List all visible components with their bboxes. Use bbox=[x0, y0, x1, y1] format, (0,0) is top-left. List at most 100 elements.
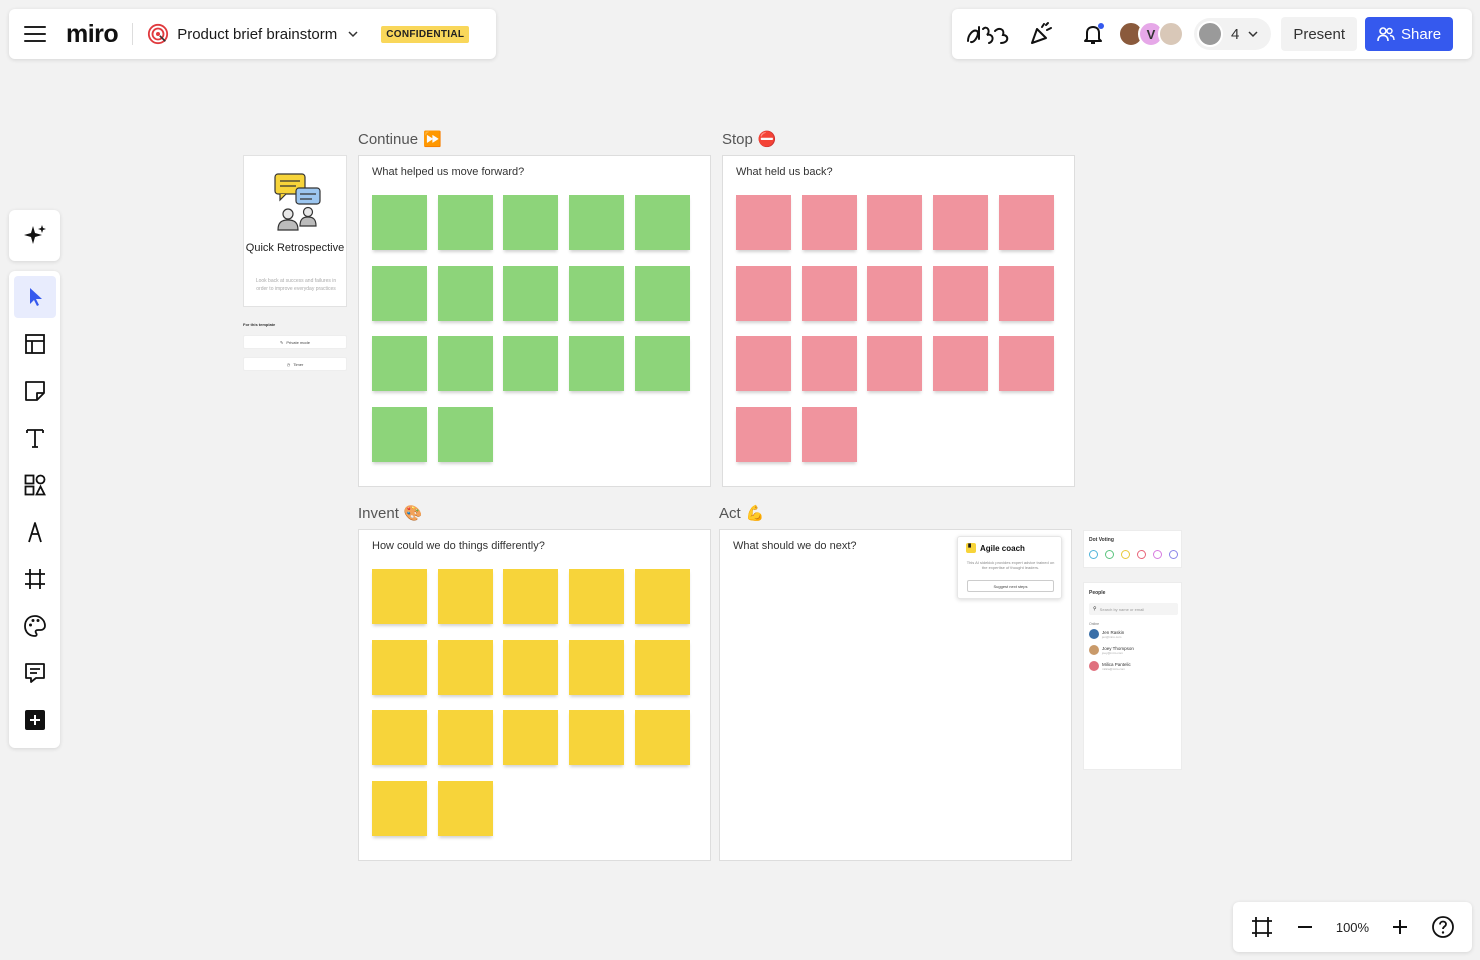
sticky-note[interactable] bbox=[372, 781, 427, 837]
collaborator-avatars[interactable]: V bbox=[1118, 21, 1184, 47]
participants-dropdown[interactable]: 4 bbox=[1194, 18, 1272, 50]
zoom-in-button[interactable] bbox=[1391, 918, 1409, 936]
celebrate-icon[interactable] bbox=[1024, 19, 1058, 49]
pen-tool[interactable] bbox=[14, 511, 56, 553]
vote-dot[interactable] bbox=[1169, 550, 1178, 559]
confidential-badge[interactable]: CONFIDENTIAL bbox=[381, 25, 470, 43]
sticky-note[interactable] bbox=[801, 407, 857, 463]
sticky-note[interactable] bbox=[736, 336, 791, 392]
sticky-note[interactable] bbox=[503, 710, 559, 766]
sticky-note[interactable] bbox=[372, 407, 427, 463]
sticky-note[interactable] bbox=[736, 407, 791, 463]
sticky-note[interactable] bbox=[998, 195, 1054, 250]
sticky-note[interactable] bbox=[569, 569, 625, 624]
sticky-note[interactable] bbox=[437, 195, 493, 250]
frame-continue[interactable]: What helped us move forward? bbox=[358, 155, 711, 487]
template-card[interactable]: Quick Retrospective Look back at success… bbox=[243, 155, 347, 307]
frame-stop[interactable]: What held us back? bbox=[722, 155, 1075, 487]
zoom-out-button[interactable] bbox=[1296, 918, 1314, 936]
sticky-note[interactable] bbox=[801, 336, 857, 392]
people-list-item[interactable]: Joey Thompson joey@miro.com bbox=[1089, 645, 1134, 655]
sticky-note[interactable] bbox=[933, 336, 989, 392]
sticky-note[interactable] bbox=[998, 265, 1054, 321]
sticky-note[interactable] bbox=[437, 781, 493, 837]
present-button[interactable]: Present bbox=[1281, 17, 1358, 51]
sticky-note[interactable] bbox=[503, 569, 559, 624]
ai-assist-button[interactable] bbox=[9, 210, 60, 261]
sticky-note[interactable] bbox=[503, 265, 559, 321]
help-button[interactable] bbox=[1431, 915, 1455, 939]
board-title[interactable]: Product brief brainstorm bbox=[177, 26, 337, 43]
chevron-down-icon[interactable] bbox=[347, 28, 359, 40]
sticky-note[interactable] bbox=[867, 336, 923, 392]
sticky-note-tool[interactable] bbox=[14, 370, 56, 412]
share-button[interactable]: Share bbox=[1365, 17, 1454, 51]
flexed-biceps-icon: 💪 bbox=[745, 505, 765, 522]
fit-to-screen-button[interactable] bbox=[1250, 915, 1274, 939]
sticky-note[interactable] bbox=[634, 639, 690, 695]
timer-button[interactable]: ◷ Timer bbox=[243, 357, 347, 371]
sticky-note[interactable] bbox=[569, 195, 625, 250]
sticky-note[interactable] bbox=[372, 195, 427, 250]
sticky-note[interactable] bbox=[634, 710, 690, 766]
sticky-note[interactable] bbox=[569, 265, 625, 321]
vote-dot[interactable] bbox=[1105, 550, 1114, 559]
sticky-note[interactable] bbox=[736, 265, 791, 321]
zoom-level[interactable]: 100% bbox=[1336, 920, 1369, 935]
notifications-bell-icon[interactable] bbox=[1076, 19, 1110, 49]
comment-tool[interactable] bbox=[14, 652, 56, 694]
sticky-note[interactable] bbox=[437, 639, 493, 695]
templates-tool[interactable] bbox=[14, 323, 56, 365]
sticky-note[interactable] bbox=[801, 195, 857, 250]
sticky-note[interactable] bbox=[372, 569, 427, 624]
shapes-tool[interactable] bbox=[14, 464, 56, 506]
sticky-note[interactable] bbox=[372, 639, 427, 695]
vote-dot[interactable] bbox=[1137, 550, 1146, 559]
sticky-note[interactable] bbox=[867, 265, 923, 321]
sticky-note[interactable] bbox=[634, 195, 690, 250]
sticky-note[interactable] bbox=[998, 336, 1054, 392]
sticky-note[interactable] bbox=[634, 265, 690, 321]
people-list-item[interactable]: Milica Pantelic milica@miro.com bbox=[1089, 661, 1131, 671]
more-tools-button[interactable] bbox=[14, 699, 56, 741]
private-mode-button[interactable]: ✎ Private mode bbox=[243, 335, 347, 349]
sticky-note[interactable] bbox=[801, 265, 857, 321]
agile-coach-card[interactable]: ▘ Agile coach This AI sidekick provides … bbox=[957, 536, 1062, 599]
avatar[interactable] bbox=[1158, 21, 1184, 47]
sticky-note[interactable] bbox=[569, 639, 625, 695]
apps-tool[interactable] bbox=[14, 605, 56, 647]
vote-dot[interactable] bbox=[1121, 550, 1130, 559]
sticky-note[interactable] bbox=[437, 336, 493, 392]
sticky-note[interactable] bbox=[634, 569, 690, 624]
sticky-note[interactable] bbox=[372, 265, 427, 321]
select-tool[interactable] bbox=[13, 276, 56, 318]
sticky-note[interactable] bbox=[437, 710, 493, 766]
sticky-note[interactable] bbox=[736, 195, 791, 250]
people-list-item[interactable]: Jen Raskin jen@miro.com bbox=[1089, 629, 1124, 639]
sticky-note[interactable] bbox=[372, 336, 427, 392]
suggest-next-steps-button[interactable]: Suggest next steps bbox=[967, 580, 1054, 592]
sticky-note[interactable] bbox=[437, 265, 493, 321]
sticky-note[interactable] bbox=[569, 710, 625, 766]
sticky-note[interactable] bbox=[503, 336, 559, 392]
menu-icon[interactable] bbox=[24, 26, 46, 42]
text-tool[interactable] bbox=[14, 417, 56, 459]
collab-toolbar: V 4 Present Share bbox=[952, 9, 1472, 59]
sticky-note[interactable] bbox=[933, 195, 989, 250]
dot-voting-widget[interactable]: Dot Voting bbox=[1083, 530, 1182, 568]
vote-dot[interactable] bbox=[1153, 550, 1162, 559]
people-search-input[interactable]: ⚲ Search by name or email bbox=[1089, 603, 1178, 615]
frame-tool[interactable] bbox=[14, 558, 56, 600]
frame-invent[interactable]: How could we do things differently? bbox=[358, 529, 711, 861]
reactions-icon[interactable] bbox=[964, 19, 1014, 49]
sticky-note[interactable] bbox=[634, 336, 690, 392]
sticky-note[interactable] bbox=[437, 407, 493, 463]
vote-dot[interactable] bbox=[1089, 550, 1098, 559]
sticky-note[interactable] bbox=[867, 195, 923, 250]
sticky-note[interactable] bbox=[933, 265, 989, 321]
sticky-note[interactable] bbox=[503, 639, 559, 695]
sticky-note[interactable] bbox=[372, 710, 427, 766]
sticky-note[interactable] bbox=[569, 336, 625, 392]
sticky-note[interactable] bbox=[503, 195, 559, 250]
sticky-note[interactable] bbox=[437, 569, 493, 624]
